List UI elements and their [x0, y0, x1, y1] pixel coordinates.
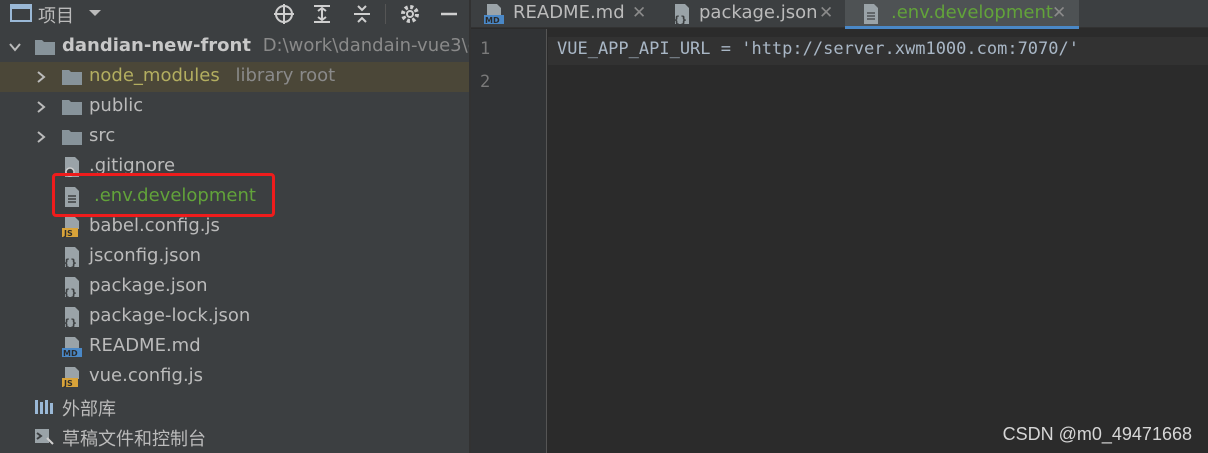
json-icon: {} — [673, 4, 689, 25]
folder-icon — [62, 130, 82, 145]
tab-env-development[interactable]: .env.development ✕ — [845, 0, 1079, 29]
chevron-right-icon[interactable] — [34, 130, 48, 144]
tree-item-label: node_modules — [89, 65, 220, 86]
tree-item-label: package.json — [89, 275, 208, 296]
tree-item-src[interactable]: src — [0, 122, 469, 152]
markdown-icon: MD — [484, 4, 504, 25]
tab-package-json[interactable]: {} package.json ✕ — [661, 0, 841, 28]
markdown-file-icon: MD — [62, 337, 82, 358]
root-path: D:\work\dandain-vue3\dan — [262, 35, 469, 56]
tree-item-external-libraries[interactable]: 外部库 — [0, 392, 469, 422]
tab-label: README.md — [513, 2, 625, 23]
line-number-gutter: 1 2 — [471, 29, 547, 453]
svg-text:MD: MD — [485, 16, 500, 25]
folder-icon — [62, 70, 82, 85]
js-file-icon: JS — [62, 217, 79, 238]
json-file-icon: {} — [63, 247, 79, 268]
locate-icon[interactable] — [272, 2, 296, 26]
line-number: 1 — [480, 39, 491, 59]
code-line[interactable]: VUE_APP_API_URL = 'http://server.xwm1000… — [557, 39, 1079, 59]
tree-root[interactable]: dandian-new-front D:\work\dandain-vue3\d… — [0, 32, 469, 62]
minimize-icon[interactable] — [437, 2, 461, 26]
tree-item-package-lock[interactable]: {} package-lock.json — [0, 302, 469, 332]
tree-item-scratches[interactable]: 草稿文件和控制台 — [0, 422, 469, 452]
chevron-down-icon[interactable] — [88, 6, 102, 20]
svg-text:{}: {} — [673, 15, 687, 25]
folder-icon — [35, 40, 55, 55]
close-icon[interactable]: ✕ — [1052, 3, 1066, 23]
js-file-icon: JS — [62, 367, 79, 388]
tree-item-label: babel.config.js — [89, 215, 220, 236]
svg-text:JS: JS — [63, 229, 73, 238]
tree-item-readme[interactable]: MD README.md — [0, 332, 469, 362]
chevron-down-icon[interactable] — [8, 40, 22, 54]
scratches-icon — [35, 429, 54, 445]
tree-item-label: package-lock.json — [89, 305, 251, 326]
root-name: dandian-new-front — [62, 35, 251, 56]
svg-text:{}: {} — [63, 318, 77, 328]
tree-item-jsconfig[interactable]: {} jsconfig.json — [0, 242, 469, 272]
svg-text:JS: JS — [63, 379, 73, 388]
line-number: 2 — [480, 72, 491, 92]
expand-all-icon[interactable] — [310, 2, 334, 26]
svg-text:{}: {} — [63, 258, 77, 268]
library-root-hint: library root — [235, 65, 336, 86]
project-panel-header: 项目 — [0, 0, 469, 28]
folder-icon — [62, 100, 82, 115]
tree-item-label: public — [89, 95, 144, 116]
json-file-icon: {} — [63, 307, 79, 328]
close-icon[interactable]: ✕ — [632, 3, 646, 23]
chevron-right-icon[interactable] — [34, 70, 48, 84]
watermark: CSDN @m0_49471668 — [1002, 424, 1192, 444]
tree-item-label: 草稿文件和控制台 — [62, 429, 206, 450]
tree-item-package-json[interactable]: {} package.json — [0, 272, 469, 302]
library-icon — [35, 400, 53, 414]
svg-text:MD: MD — [63, 349, 78, 358]
gear-icon[interactable] — [398, 2, 422, 26]
highlight-annotation — [52, 173, 275, 217]
text-file-icon — [864, 4, 878, 24]
tree-item-label: vue.config.js — [89, 365, 204, 386]
tree-item-node-modules[interactable]: node_modules library root — [0, 62, 469, 92]
svg-text:{}: {} — [63, 288, 77, 298]
tree-item-public[interactable]: public — [0, 92, 469, 122]
chevron-right-icon[interactable] — [34, 100, 48, 114]
tab-readme[interactable]: MD README.md ✕ — [471, 0, 651, 28]
collapse-all-icon[interactable] — [350, 2, 374, 26]
project-panel-title[interactable]: 项目 — [38, 2, 74, 28]
tree-item-label: src — [89, 125, 116, 146]
editor-tabs: MD README.md ✕ {} package.json ✕ .env.de… — [471, 0, 1208, 29]
tab-label: .env.development — [891, 2, 1053, 23]
tab-label: package.json — [699, 2, 818, 23]
project-view-icon[interactable] — [10, 4, 32, 22]
tree-item-label: jsconfig.json — [89, 245, 201, 266]
close-icon[interactable]: ✕ — [819, 3, 833, 23]
tree-item-label: README.md — [89, 335, 201, 356]
tree-item-label: 外部库 — [62, 399, 116, 420]
tree-item-vue-config[interactable]: JS vue.config.js — [0, 362, 469, 392]
project-panel: 项目 dandian-new-front D:\work\dandain-vue… — [0, 0, 469, 453]
code-editor[interactable]: VUE_APP_API_URL = 'http://server.xwm1000… — [548, 29, 1208, 453]
header-separator — [385, 4, 386, 24]
json-file-icon: {} — [63, 277, 79, 298]
